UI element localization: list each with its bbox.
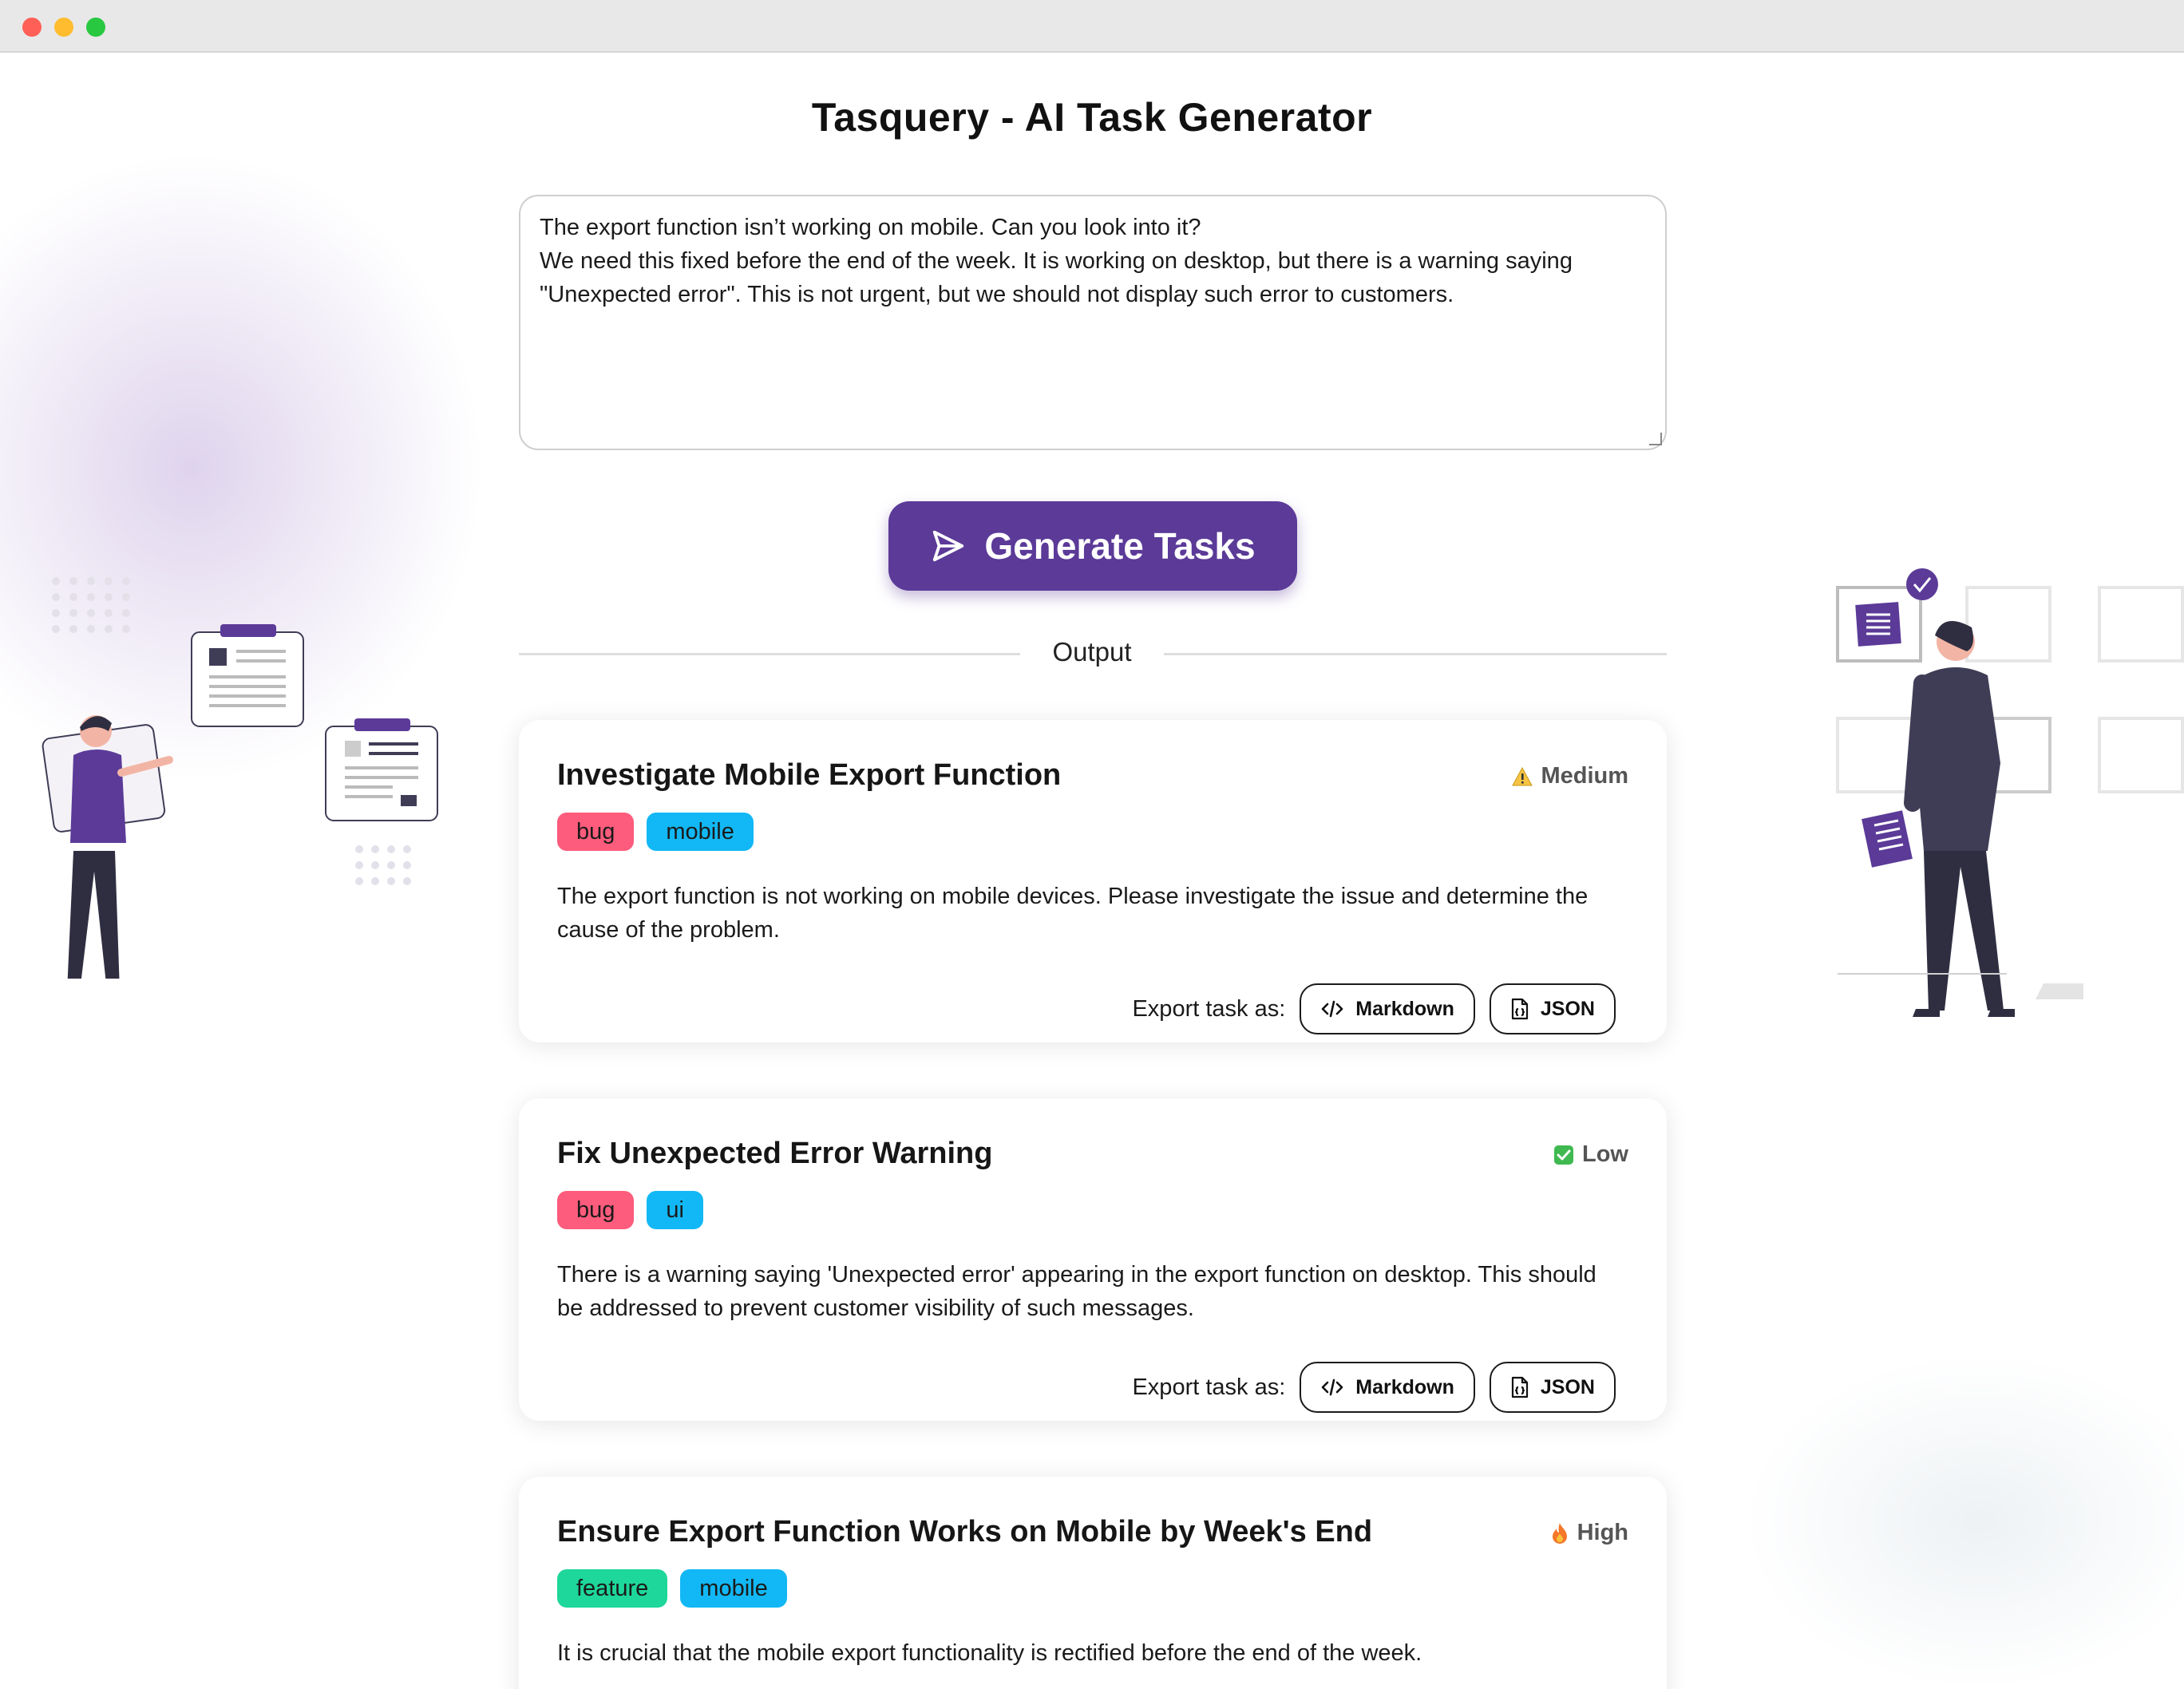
window-titlebar <box>0 0 2184 53</box>
task-title: Investigate Mobile Export Function <box>557 758 1062 792</box>
task-description: It is crucial that the mobile export fun… <box>557 1640 1422 1666</box>
export-markdown-label: Markdown <box>1355 997 1454 1020</box>
generate-tasks-label: Generate Tasks <box>984 525 1256 567</box>
export-row: Export task as: Markdown JSON <box>1132 983 1616 1034</box>
task-description: The export function is not working on mo… <box>557 884 1589 943</box>
export-markdown-label: Markdown <box>1355 1375 1454 1398</box>
export-label: Export task as: <box>1132 1374 1286 1400</box>
maximize-window-button[interactable] <box>86 18 105 37</box>
tag-ui[interactable]: ui <box>647 1191 703 1229</box>
check-icon <box>1554 1145 1573 1165</box>
tag-mobile[interactable]: mobile <box>680 1569 787 1608</box>
export-row: Export task as: Markdown JSON <box>1132 1362 1616 1413</box>
send-icon <box>933 530 964 562</box>
tag-mobile[interactable]: mobile <box>647 813 754 851</box>
tag-list: feature mobile <box>557 1569 787 1608</box>
priority-label: High <box>1577 1520 1628 1545</box>
priority-badge: High <box>1550 1520 1628 1546</box>
tag-bug[interactable]: bug <box>557 1191 635 1229</box>
task-description: There is a warning saying 'Unexpected er… <box>557 1262 1596 1321</box>
minimize-window-button[interactable] <box>54 18 73 37</box>
task-card: Fix Unexpected Error Warning Low bug ui … <box>519 1098 1667 1421</box>
output-divider-right <box>1164 653 1667 655</box>
right-illustration <box>1836 568 2184 1017</box>
task-prompt-textarea[interactable]: The export function isn’t working on mob… <box>519 195 1667 450</box>
task-card: Investigate Mobile Export Function Mediu… <box>519 720 1667 1042</box>
generate-tasks-button[interactable]: Generate Tasks <box>888 501 1297 591</box>
priority-badge: Medium <box>1512 763 1628 789</box>
json-file-icon <box>1511 998 1529 1020</box>
fire-icon <box>1552 1522 1567 1544</box>
textarea-resize-handle[interactable] <box>1649 433 1662 445</box>
output-label: Output <box>1052 637 1132 667</box>
task-card: Ensure Export Function Works on Mobile b… <box>519 1477 1667 1689</box>
export-markdown-button[interactable]: Markdown <box>1300 1362 1475 1413</box>
export-markdown-button[interactable]: Markdown <box>1300 983 1475 1034</box>
tag-list: bug ui <box>557 1191 703 1229</box>
tag-bug[interactable]: bug <box>557 813 635 851</box>
code-icon <box>1321 1000 1343 1018</box>
close-window-button[interactable] <box>22 18 42 37</box>
page: Tasquery - AI Task Generator The export … <box>0 53 2184 1689</box>
export-json-button[interactable]: JSON <box>1489 983 1616 1034</box>
priority-label: Medium <box>1541 763 1628 789</box>
tag-feature[interactable]: feature <box>557 1569 668 1608</box>
code-icon <box>1321 1378 1343 1396</box>
output-divider-left <box>519 653 1020 655</box>
priority-label: Low <box>1582 1141 1628 1167</box>
task-title: Fix Unexpected Error Warning <box>557 1137 993 1170</box>
app-title: Tasquery - AI Task Generator <box>811 95 1373 140</box>
export-json-button[interactable]: JSON <box>1489 1362 1616 1413</box>
json-file-icon <box>1511 1376 1529 1398</box>
task-title: Ensure Export Function Works on Mobile b… <box>557 1515 1373 1549</box>
export-json-label: JSON <box>1540 997 1595 1020</box>
priority-badge: Low <box>1553 1141 1628 1168</box>
export-json-label: JSON <box>1540 1375 1595 1398</box>
left-illustration <box>42 577 438 979</box>
warning-icon <box>1512 766 1533 785</box>
tag-list: bug mobile <box>557 813 754 851</box>
export-label: Export task as: <box>1132 995 1286 1022</box>
